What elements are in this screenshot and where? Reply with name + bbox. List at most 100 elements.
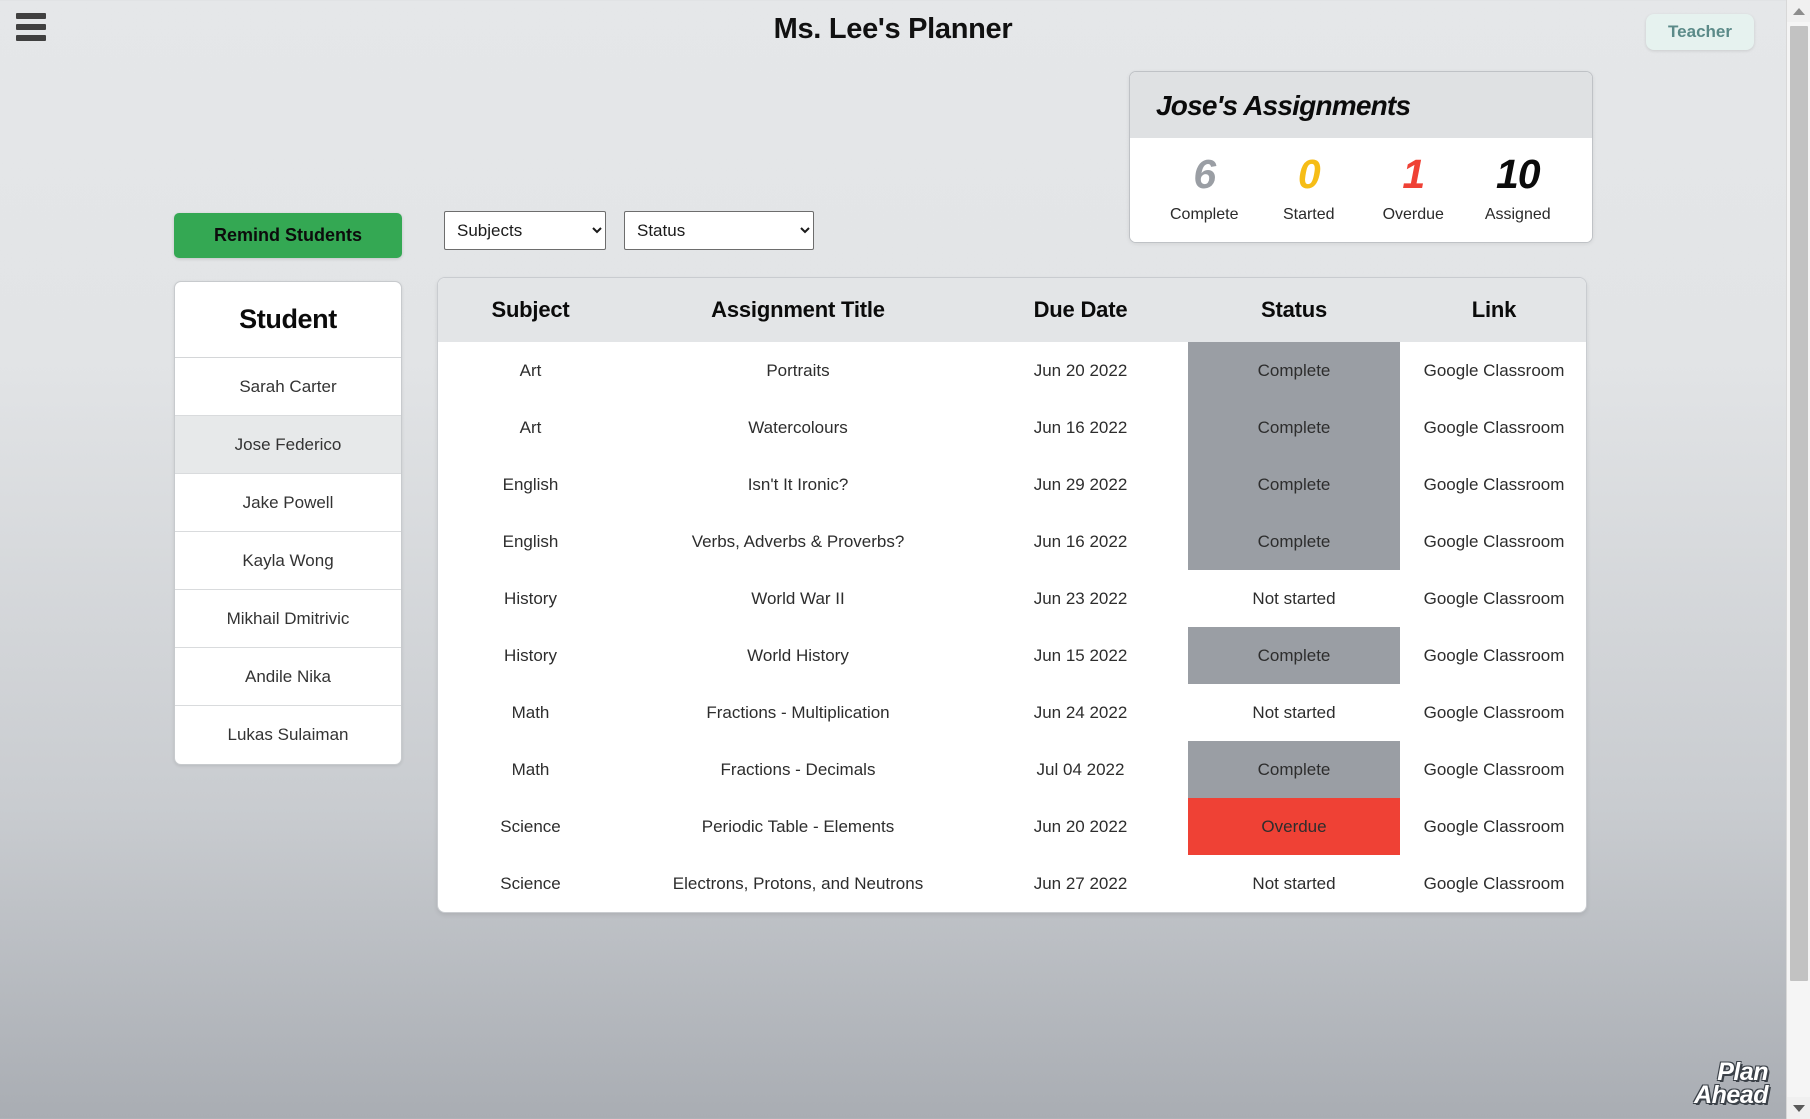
table-row: Science Periodic Table - Elements Jun 20 2…: [438, 798, 1586, 855]
cell-link[interactable]: Google Classroom: [1400, 399, 1586, 456]
watermark-line-1: Plan: [1717, 1058, 1768, 1086]
cell-status: Complete: [1188, 741, 1400, 798]
cell-status: Complete: [1188, 513, 1400, 570]
stat-complete: 6 Complete: [1152, 154, 1257, 224]
student-list-header: Student: [175, 282, 401, 358]
table-header-row: Subject Assignment Title Due Date Status…: [438, 278, 1586, 342]
student-name: Jose Federico: [234, 434, 342, 454]
cell-link[interactable]: Google Classroom: [1400, 855, 1586, 912]
column-header-status: Status: [1188, 278, 1400, 342]
table-row: Science Electrons, Protons, and Neutrons J…: [438, 855, 1586, 912]
stat-assigned-value: 10: [1495, 151, 1541, 197]
cell-assignment-title: Fractions - Decimals: [720, 759, 876, 779]
stat-assigned: 10 Assigned: [1466, 154, 1571, 224]
student-list-item[interactable]: Lukas Sulaiman: [175, 706, 401, 764]
cell-due-date: Jun 29 2022: [1033, 474, 1128, 494]
column-header-subject: Subject: [438, 278, 623, 342]
scrollbar-thumb[interactable]: [1790, 26, 1808, 981]
cell-subject: English: [502, 474, 559, 494]
cell-subject: Art: [519, 417, 542, 437]
stat-overdue-value: 1: [1402, 151, 1425, 197]
cell-assignment-title: Electrons, Protons, and Neutrons: [672, 873, 924, 893]
page-scrollbar[interactable]: [1786, 0, 1810, 1119]
plan-ahead-watermark: Plan Ahead: [1694, 1058, 1768, 1109]
cell-due-date: Jun 20 2022: [1033, 816, 1128, 836]
subject-filter-select[interactable]: SubjectsArtEnglishHistoryMathScience: [444, 211, 606, 250]
cell-link[interactable]: Google Classroom: [1400, 513, 1586, 570]
cell-assignment-title: World War II: [751, 588, 845, 608]
summary-stats: 6 Complete 0 Started 1 Overdue 10 Assign…: [1130, 138, 1592, 242]
stat-complete-value: 6: [1193, 151, 1216, 197]
cell-due-date: Jun 15 2022: [1033, 645, 1128, 665]
cell-assignment-title: Verbs, Adverbs & Proverbs?: [691, 531, 905, 551]
column-header-link: Link: [1400, 278, 1586, 342]
cell-subject: Science: [500, 816, 561, 836]
filter-bar: SubjectsArtEnglishHistoryMathScience Sta…: [444, 211, 814, 250]
cell-link[interactable]: Google Classroom: [1400, 456, 1586, 513]
cell-link[interactable]: Google Classroom: [1400, 570, 1586, 627]
hamburger-bar: [16, 35, 46, 41]
table-row: English Isn't It Ironic? Jun 29 2022 Comple…: [438, 456, 1586, 513]
cell-due-date: Jun 24 2022: [1033, 702, 1128, 722]
summary-title: Jose's Assignments: [1130, 72, 1592, 138]
status-badge: Complete: [1188, 741, 1400, 798]
cell-link[interactable]: Google Classroom: [1400, 798, 1586, 855]
hamburger-menu-icon[interactable]: [16, 13, 46, 41]
student-name: Mikhail Dmitrivic: [226, 608, 350, 628]
table-row: History World History Jun 15 2022 Complete G…: [438, 627, 1586, 684]
status-badge: Complete: [1188, 513, 1400, 570]
watermark-line-2: Ahead: [1694, 1081, 1768, 1109]
stat-overdue: 1 Overdue: [1361, 154, 1466, 224]
student-list-item[interactable]: Sarah Carter: [175, 358, 401, 416]
scroll-down-arrow-icon[interactable]: [1787, 1097, 1810, 1119]
cell-status: Complete: [1188, 399, 1400, 456]
status-badge: Overdue: [1188, 798, 1400, 855]
student-name: Sarah Carter: [239, 376, 337, 396]
student-list-item[interactable]: Jose Federico: [175, 416, 401, 474]
stat-complete-label: Complete: [1170, 206, 1239, 223]
cell-due-date: Jun 16 2022: [1033, 531, 1128, 551]
hamburger-bar: [16, 13, 46, 19]
student-list-item[interactable]: Andile Nika: [175, 648, 401, 706]
assignments-table-body: Art Portraits Jun 20 2022 Complete Google Cl…: [438, 342, 1586, 912]
cell-due-date: Jul 04 2022: [1036, 759, 1125, 779]
status-badge: Complete: [1188, 342, 1400, 399]
table-row: Art Portraits Jun 20 2022 Complete Google Cl…: [438, 342, 1586, 399]
cell-subject: History: [504, 588, 557, 608]
cell-assignment-title: Fractions - Multiplication: [706, 702, 890, 722]
cell-link[interactable]: Google Classroom: [1400, 342, 1586, 399]
cell-subject: Art: [519, 360, 542, 380]
remind-students-button[interactable]: Remind Students: [174, 213, 402, 258]
cell-due-date: Jun 23 2022: [1033, 588, 1128, 608]
cell-link[interactable]: Google Classroom: [1400, 627, 1586, 684]
cell-link[interactable]: Google Classroom: [1400, 741, 1586, 798]
table-row: Art Watercolours Jun 16 2022 Complete Google…: [438, 399, 1586, 456]
status-filter-select[interactable]: StatusCompleteStartedNot startedOverdue: [624, 211, 814, 250]
student-name: Jake Powell: [242, 492, 334, 512]
scroll-up-arrow-icon[interactable]: [1787, 0, 1810, 22]
status-badge: Not started: [1252, 873, 1336, 893]
column-header-due-date: Due Date: [973, 278, 1188, 342]
column-header-title: Assignment Title: [623, 278, 973, 342]
cell-status: Not started: [1188, 855, 1400, 912]
student-name: Lukas Sulaiman: [227, 725, 349, 744]
stat-overdue-label: Overdue: [1382, 206, 1444, 223]
cell-status: Complete: [1188, 627, 1400, 684]
status-badge: Complete: [1188, 627, 1400, 684]
table-row: History World War II Jun 23 2022 Not starte…: [438, 570, 1586, 627]
stat-started-label: Started: [1282, 206, 1335, 223]
cell-link[interactable]: Google Classroom: [1400, 684, 1586, 741]
student-list-item[interactable]: Kayla Wong: [175, 532, 401, 590]
stat-assigned-label: Assigned: [1484, 206, 1551, 223]
student-list-item[interactable]: Jake Powell: [175, 474, 401, 532]
status-badge: Not started: [1252, 588, 1336, 608]
student-name: Kayla Wong: [242, 550, 334, 570]
cell-status: Complete: [1188, 456, 1400, 513]
status-badge: Complete: [1188, 456, 1400, 513]
table-row: Math Fractions - Decimals Jul 04 2022 Compl…: [438, 741, 1586, 798]
student-list-item[interactable]: Mikhail Dmitrivic: [175, 590, 401, 648]
status-badge: Not started: [1252, 702, 1336, 722]
assignments-table: Subject Assignment Title Due Date Status…: [438, 278, 1586, 912]
student-list: Sarah Carter Jose Federico Jake Powell Kayl…: [175, 358, 401, 764]
cell-assignment-title: Portraits: [766, 360, 830, 380]
